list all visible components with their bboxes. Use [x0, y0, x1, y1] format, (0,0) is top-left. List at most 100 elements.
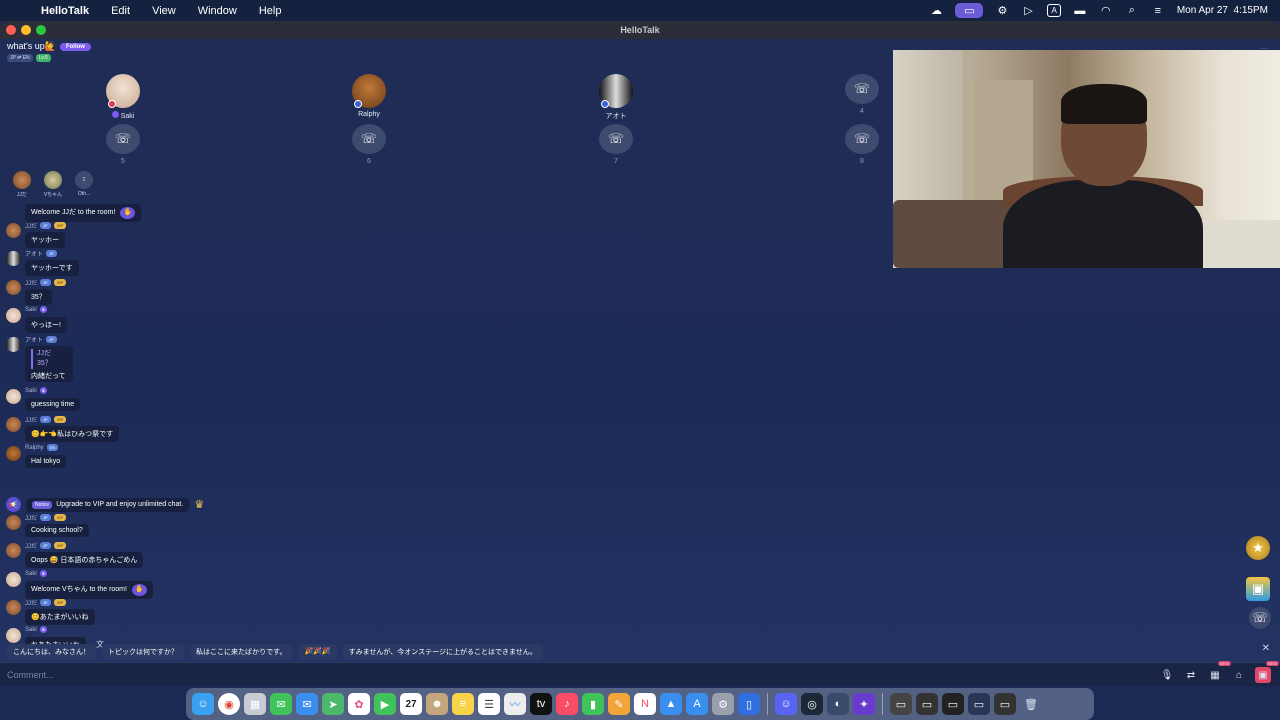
seat-5[interactable]: ☏ 5 — [93, 124, 153, 165]
seat-8[interactable]: ☏ 8 — [832, 124, 892, 165]
follow-button[interactable]: Follow — [59, 42, 91, 51]
quick-reply[interactable]: 🎉🎉🎉 — [298, 644, 337, 660]
recent-window-icon[interactable]: ▭ — [968, 693, 990, 715]
avatar[interactable] — [6, 572, 21, 587]
play-icon[interactable]: ▷ — [1021, 5, 1035, 17]
phone-icon[interactable]: ☏ — [1249, 607, 1271, 629]
gift-box-icon[interactable]: ▣ — [1246, 577, 1270, 601]
music-icon[interactable]: ♪ — [556, 693, 578, 715]
user-name[interactable]: Saki — [25, 307, 37, 313]
minimize-window-button[interactable] — [21, 25, 31, 35]
video-feed[interactable] — [893, 50, 1280, 268]
phone-icon[interactable]: ☏ — [599, 124, 633, 154]
seat-2[interactable]: Ralphy — [339, 74, 399, 118]
quick-reply[interactable]: こんにちは、みなさん！ — [7, 644, 96, 660]
preview-icon[interactable]: ▯ — [738, 693, 760, 715]
creative-cloud-icon[interactable]: ☁ — [929, 5, 943, 17]
notes-icon[interactable]: ≡ — [452, 693, 474, 715]
discord-icon[interactable]: ☺ — [775, 693, 797, 715]
wave-icon[interactable]: ✋ — [120, 207, 136, 219]
numbers-icon[interactable]: ▮ — [582, 693, 604, 715]
user-name[interactable]: アオト — [25, 249, 43, 258]
calendar-icon[interactable]: 27 — [400, 693, 422, 715]
user-name[interactable]: JJだ — [25, 221, 37, 230]
user-name[interactable]: Saki — [25, 627, 37, 633]
news-icon[interactable]: N — [634, 693, 656, 715]
avatar[interactable] — [6, 600, 21, 615]
seat-4[interactable]: ☏ 4 — [832, 74, 892, 115]
avatar[interactable] — [6, 337, 21, 352]
user-name[interactable]: JJだ — [25, 278, 37, 287]
avatar[interactable] — [6, 223, 21, 238]
vip-notice[interactable]: 📢 Notice Upgrade to VIP and enjoy unlimi… — [6, 497, 204, 512]
translate-toggle-icon[interactable]: ⇄ — [1183, 667, 1199, 683]
avatar[interactable] — [6, 308, 21, 323]
quick-reply[interactable]: すみませんが、今オンステージに上がることはできません。 — [342, 644, 543, 660]
menu-window[interactable]: Window — [198, 5, 237, 17]
more-icon[interactable]: ··· — [1260, 44, 1268, 53]
menu-help[interactable]: Help — [259, 5, 282, 17]
chrome-icon[interactable]: ◉ — [218, 693, 240, 715]
pages-icon[interactable]: ✎ — [608, 693, 630, 715]
avatar[interactable] — [6, 446, 21, 461]
battery-icon[interactable]: ▬ — [1073, 5, 1087, 17]
phone-icon[interactable]: ☏ — [845, 124, 879, 154]
menubar-clock[interactable]: Mon Apr 27 4:15PM — [1177, 5, 1268, 16]
wifi-icon[interactable]: ◠ — [1099, 5, 1113, 17]
facetime-icon[interactable]: ▶ — [374, 693, 396, 715]
apple-tv-icon[interactable]: tv — [530, 693, 552, 715]
audience-member[interactable]: JJだ — [10, 171, 34, 198]
user-name[interactable]: JJだ — [25, 541, 37, 550]
user-name[interactable]: JJだ — [25, 513, 37, 522]
close-icon[interactable]: ✕ — [1262, 643, 1270, 654]
recent-window-icon[interactable]: ▭ — [890, 693, 912, 715]
search-icon[interactable]: ⌕ — [1125, 4, 1139, 17]
quick-reply[interactable]: 私はここに来たばかりです。 — [190, 644, 293, 660]
quick-reply[interactable]: トピックは何ですか？ — [102, 644, 184, 660]
audience-member[interactable]: Vちゃん — [41, 171, 65, 198]
microphone-icon[interactable]: 🎙 — [1159, 667, 1175, 683]
screen-mirror-icon[interactable]: ▭ — [955, 3, 984, 18]
control-center-icon[interactable]: ≡ — [1151, 5, 1165, 17]
menu-app-name[interactable]: HelloTalk — [41, 5, 89, 17]
avatar[interactable] — [6, 389, 21, 404]
star-app-icon[interactable]: ✦ — [853, 693, 875, 715]
user-name[interactable]: JJだ — [25, 598, 37, 607]
launchpad-icon[interactable]: ▦ — [244, 693, 266, 715]
trash-icon[interactable]: 🗑 — [1020, 693, 1042, 715]
input-source-icon[interactable]: A — [1047, 4, 1061, 17]
avatar[interactable] — [6, 280, 21, 295]
system-settings-icon[interactable]: ⚙ — [712, 693, 734, 715]
menu-view[interactable]: View — [152, 5, 176, 17]
gift-icon[interactable]: ▣ NEW — [1255, 661, 1279, 683]
zoom-window-button[interactable] — [36, 25, 46, 35]
reminders-icon[interactable]: ☰ — [478, 693, 500, 715]
phone-icon[interactable]: ☏ — [845, 74, 879, 104]
comment-input[interactable] — [7, 665, 1147, 684]
freeform-icon[interactable]: 〰 — [504, 693, 526, 715]
photos-icon[interactable]: ✿ — [348, 693, 370, 715]
user-name[interactable]: アオト — [25, 335, 43, 344]
phone-icon[interactable]: ☏ — [352, 124, 386, 154]
menu-edit[interactable]: Edit — [111, 5, 130, 17]
seat-6[interactable]: ☏ 6 — [339, 124, 399, 165]
trophy-icon[interactable]: ★ — [1246, 536, 1270, 560]
settings-icon[interactable]: ⚙ — [995, 5, 1009, 17]
close-window-button[interactable] — [6, 25, 16, 35]
seat-7[interactable]: ☏ 7 — [586, 124, 646, 165]
user-name[interactable]: Saki — [25, 571, 37, 577]
user-name[interactable]: Saki — [25, 388, 37, 394]
avatar[interactable] — [6, 251, 21, 266]
avatar[interactable] — [6, 628, 21, 643]
audience-others[interactable]: 2 Oth... — [72, 171, 96, 197]
keynote-icon[interactable]: ▲ — [660, 693, 682, 715]
avatar[interactable] — [6, 515, 21, 530]
contacts-icon[interactable]: ☻ — [426, 693, 448, 715]
seat-3[interactable]: アオト — [586, 74, 646, 121]
recent-window-icon[interactable]: ▭ — [942, 693, 964, 715]
steam-icon[interactable]: ◎ — [801, 693, 823, 715]
maps-icon[interactable]: ➤ — [322, 693, 344, 715]
app-store-icon[interactable]: A — [686, 693, 708, 715]
avatar[interactable] — [6, 543, 21, 558]
user-name[interactable]: Ralphy — [25, 445, 44, 451]
